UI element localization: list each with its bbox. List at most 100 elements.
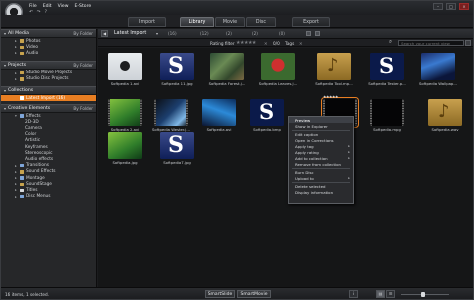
- zoom-slider-track[interactable]: [401, 293, 449, 295]
- thumbnail-image[interactable]: ♪: [428, 99, 462, 126]
- toggle-view-icon[interactable]: [306, 31, 311, 36]
- context-menu-item[interactable]: Upload to ▸: [289, 175, 353, 181]
- thumbnail-image[interactable]: S: [370, 53, 404, 80]
- rating-filter-stars[interactable]: ★★★★★: [236, 40, 256, 46]
- sidebar-item-label: Studio Movie Projects: [26, 70, 73, 76]
- media-thumbnail[interactable]: Softpedia.jpg: [108, 132, 142, 165]
- media-thumbnail[interactable]: Softpedia 1.avi: [108, 53, 142, 86]
- filter-all[interactable]: (16): [168, 31, 177, 36]
- close-button[interactable]: ×: [459, 3, 469, 10]
- context-menu-item[interactable]: Remove from collection: [289, 161, 353, 167]
- tags-count: 0/0: [273, 40, 280, 46]
- thumbnail-caption: Softpedia.wav: [431, 127, 459, 132]
- thumbnail-image[interactable]: [108, 99, 142, 126]
- media-thumbnail[interactable]: ♪ Softpedia Tool.mp...: [315, 53, 353, 86]
- media-thumbnail[interactable]: S Softpedia7.jpg: [160, 132, 194, 165]
- thumbnail-view-icon[interactable]: ▤: [376, 290, 385, 298]
- sidebar-item-label: Video: [26, 44, 39, 50]
- collapse-icon[interactable]: ▾: [4, 88, 6, 93]
- section-collections[interactable]: ▾ Collections: [1, 85, 96, 95]
- search-input[interactable]: [398, 40, 464, 46]
- media-thumbnail[interactable]: ♪ Softpedia.wav: [428, 99, 462, 132]
- tab-disc[interactable]: Disc: [246, 17, 276, 27]
- info-icon[interactable]: i: [349, 290, 358, 298]
- menu-view[interactable]: View: [58, 4, 69, 9]
- filter-audio[interactable]: (2): [252, 31, 258, 36]
- collapse-icon[interactable]: ▾: [4, 31, 6, 36]
- submenu-arrow-icon: ▸: [348, 144, 350, 149]
- tab-library[interactable]: Library: [180, 17, 214, 27]
- context-menu-item[interactable]: Display information: [289, 190, 353, 196]
- sidebar-item-label: Transitions: [26, 163, 50, 169]
- media-thumbnail[interactable]: Softpedia.mpg: [370, 99, 404, 132]
- context-menu-label: Edit caption: [295, 131, 319, 137]
- section-all-media[interactable]: ▾ All Media By Folder: [1, 29, 96, 38]
- media-thumbnail[interactable]: S Softpedia 11.jpg: [160, 53, 194, 86]
- details-view-icon[interactable]: [465, 40, 471, 46]
- thumbnail-image[interactable]: S: [160, 53, 194, 80]
- sort-by-folder[interactable]: By Folder: [73, 31, 93, 36]
- menu-estore[interactable]: E-Store: [75, 4, 92, 9]
- thumbnail-image[interactable]: [154, 99, 188, 126]
- media-thumbnail[interactable]: Softpedia Leaves.j...: [259, 53, 297, 86]
- soundstage-icon: [20, 182, 24, 187]
- chevron-down-icon[interactable]: ▾: [156, 31, 158, 36]
- filter-photos[interactable]: (12): [200, 31, 209, 36]
- thumbnail-image[interactable]: [370, 99, 404, 126]
- menu-edit[interactable]: Edit: [43, 4, 52, 9]
- media-thumbnail[interactable]: Softpedia Wester.j...: [152, 99, 190, 132]
- media-thumbnail[interactable]: Softpedia 2.avi: [108, 99, 142, 132]
- collection-title[interactable]: Latest Import: [114, 31, 146, 36]
- sidebar-item-label: Stereoscopic: [25, 150, 53, 156]
- filter-projects[interactable]: (0): [279, 31, 285, 36]
- thumbnail-image[interactable]: [261, 53, 295, 80]
- minimize-button[interactable]: –: [433, 3, 443, 10]
- zoom-slider-handle[interactable]: [421, 291, 425, 297]
- back-button[interactable]: ◀: [101, 30, 108, 37]
- rating-clear-icon[interactable]: ✕: [264, 41, 268, 46]
- sort-by-folder[interactable]: By Folder: [73, 63, 93, 68]
- menu-file[interactable]: File: [29, 4, 37, 9]
- thumbnail-caption: Softpedia7.jpg: [163, 160, 191, 165]
- window-controls: – □ ×: [433, 3, 469, 10]
- sidebar-item-disc-menus[interactable]: ▸ Disc Menus: [1, 194, 96, 200]
- sidebar-item-label: Sound Effects: [26, 169, 56, 175]
- submenu-arrow-icon: ▸: [348, 150, 350, 155]
- smartmovie-button[interactable]: SmartMovie: [237, 290, 271, 298]
- smartslide-button[interactable]: SmartSlide: [205, 290, 235, 298]
- media-thumbnail[interactable]: S Softpedia Tester.p...: [368, 53, 406, 86]
- thumbnail-image[interactable]: S: [250, 99, 284, 126]
- media-thumbnail[interactable]: Softpedia Forest.j...: [209, 53, 245, 86]
- collapse-icon[interactable]: ▾: [4, 63, 6, 68]
- thumbnail-image[interactable]: ♪: [317, 53, 351, 80]
- thumbnail-image[interactable]: [210, 53, 244, 80]
- context-menu-item[interactable]: Show in Explorer: [289, 123, 353, 129]
- tab-export[interactable]: Export: [292, 17, 330, 27]
- thumbnail-caption: Softpedia Wallpap...: [419, 81, 457, 86]
- tab-import[interactable]: Import: [128, 17, 166, 27]
- collapse-icon[interactable]: ▾: [4, 106, 6, 111]
- toggle-view-icon[interactable]: [315, 31, 320, 36]
- search-icon[interactable]: ⌕: [389, 39, 392, 46]
- context-menu-label: Show in Explorer: [295, 123, 328, 129]
- media-thumbnail[interactable]: S Softpedia.bmp: [250, 99, 284, 132]
- maximize-button[interactable]: □: [446, 3, 456, 10]
- thumbnail-image[interactable]: [108, 53, 142, 80]
- thumbnail-image[interactable]: S: [160, 132, 194, 159]
- sort-by-folder[interactable]: By Folder: [73, 106, 93, 111]
- section-projects[interactable]: ▾ Projects By Folder: [1, 60, 96, 70]
- media-thumbnail[interactable]: Softpedia Wallpap...: [419, 53, 457, 86]
- thumbnail-image[interactable]: [202, 99, 236, 126]
- thumbnail-image[interactable]: [421, 53, 455, 80]
- list-view-icon[interactable]: ☰: [386, 290, 395, 298]
- tab-movie[interactable]: Movie: [215, 17, 245, 27]
- status-bar: 16 items, 1 selected. SmartSlide SmartMo…: [1, 287, 473, 299]
- tags-label[interactable]: Tags: [285, 41, 294, 46]
- section-creative-elements[interactable]: ▾ Creative Elements By Folder: [1, 104, 96, 114]
- context-menu-label: Open in Corrections: [295, 137, 334, 143]
- tags-clear-icon[interactable]: ✕: [299, 41, 303, 46]
- filter-video[interactable]: (2): [226, 31, 232, 36]
- media-thumbnail[interactable]: Softpedia.avi: [202, 99, 236, 132]
- context-menu-label: Apply rating: [295, 149, 319, 155]
- thumbnail-image[interactable]: [108, 132, 142, 159]
